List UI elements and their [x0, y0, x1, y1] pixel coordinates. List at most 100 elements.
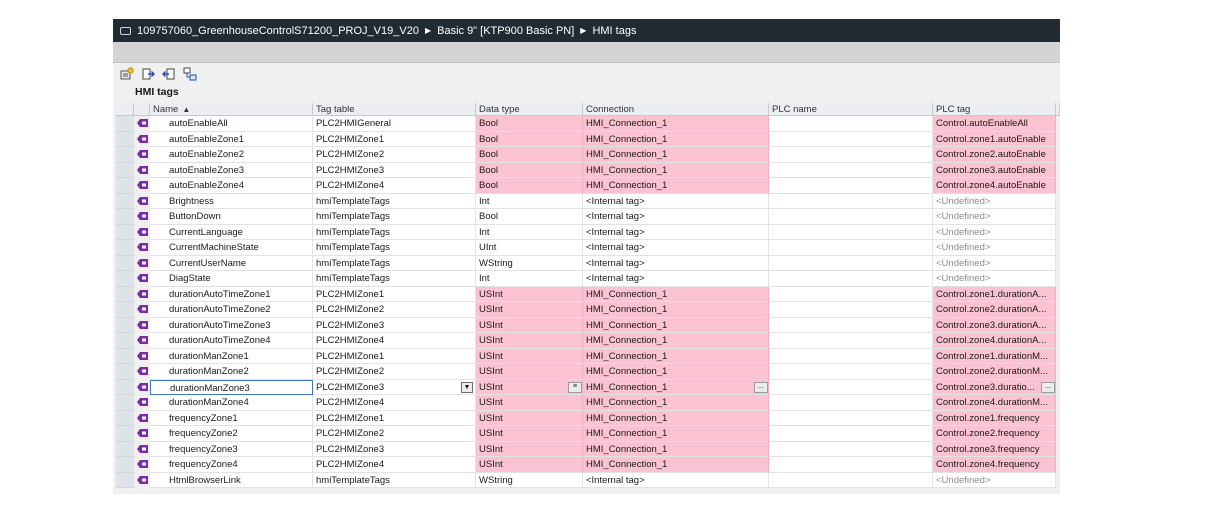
row-header[interactable] [116, 395, 134, 411]
cell-connection[interactable]: HMI_Connection_1 [583, 162, 769, 178]
table-row[interactable]: frequencyZone3 PLC2HMIZone3 USInt HMI_Conne… [113, 441, 1060, 457]
cell-plc-tag[interactable]: Control.zone2.durationA... [933, 302, 1056, 318]
cell-tag-table[interactable]: PLC2HMIZone1 [313, 348, 476, 364]
cell-plc-name[interactable] [769, 317, 933, 333]
row-header[interactable] [116, 131, 134, 147]
row-header[interactable] [116, 193, 134, 209]
table-row[interactable]: Brightness hmiTemplateTags Int <Internal ta… [113, 193, 1060, 209]
cell-tag-table[interactable]: PLC2HMIZone3 [313, 441, 476, 457]
cell-plc-name[interactable] [769, 209, 933, 225]
cell-connection[interactable]: HMI_Connection_1 [583, 333, 769, 349]
table-row[interactable]: durationAutoTimeZone3 PLC2HMIZone3 USInt HM… [113, 317, 1060, 333]
row-header[interactable] [116, 441, 134, 457]
cell-name[interactable]: autoEnableZone3 [150, 162, 313, 178]
row-header[interactable] [116, 472, 134, 488]
cell-name[interactable]: durationManZone1 [150, 348, 313, 364]
column-header-plc-tag[interactable]: PLC tag [933, 103, 1056, 116]
cell-name[interactable]: frequencyZone3 [150, 441, 313, 457]
cell-plc-tag[interactable]: Control.zone1.durationA... [933, 286, 1056, 302]
cell-plc-tag[interactable]: Control.zone4.frequency [933, 457, 1056, 473]
cell-plc-tag[interactable]: Control.zone3.frequency [933, 441, 1056, 457]
cell-data-type[interactable]: Int [476, 224, 583, 240]
cell-tag-table[interactable]: PLC2HMIZone2 [313, 426, 476, 442]
cell-data-type[interactable]: USInt [476, 379, 583, 395]
row-header[interactable] [116, 116, 134, 132]
cell-name[interactable]: durationManZone4 [150, 395, 313, 411]
cell-plc-name[interactable] [769, 147, 933, 163]
cell-data-type[interactable]: USInt [476, 286, 583, 302]
data-type-picker-icon[interactable]: ≡ [568, 381, 582, 393]
import-icon[interactable] [160, 66, 176, 82]
cell-plc-name[interactable] [769, 286, 933, 302]
cell-tag-table[interactable]: PLC2HMIZone2 [313, 147, 476, 163]
row-header[interactable] [116, 302, 134, 318]
cell-name[interactable]: durationAutoTimeZone3 [150, 317, 313, 333]
cell-tag-table[interactable]: PLC2HMIZone1 [313, 286, 476, 302]
cell-plc-name[interactable] [769, 302, 933, 318]
cell-data-type[interactable]: Bool [476, 178, 583, 194]
table-row[interactable]: durationManZone1 PLC2HMIZone1 USInt HMI_Con… [113, 348, 1060, 364]
table-row[interactable]: autoEnableAll PLC2HMIGeneral Bool HMI_Conne… [113, 116, 1060, 132]
cell-tag-table[interactable]: hmiTemplateTags [313, 240, 476, 256]
cell-name[interactable]: durationAutoTimeZone2 [150, 302, 313, 318]
table-row[interactable]: autoEnableZone4 PLC2HMIZone4 Bool HMI_Conne… [113, 178, 1060, 194]
cell-data-type[interactable]: Bool [476, 131, 583, 147]
cell-name[interactable]: frequencyZone1 [150, 410, 313, 426]
cell-data-type[interactable]: Bool [476, 147, 583, 163]
cell-plc-name[interactable] [769, 379, 933, 395]
cell-data-type[interactable]: USInt [476, 441, 583, 457]
cell-connection[interactable]: <Internal tag> [583, 472, 769, 488]
cell-tag-table[interactable]: PLC2HMIGeneral [313, 116, 476, 132]
row-header[interactable] [116, 240, 134, 256]
cell-plc-name[interactable] [769, 131, 933, 147]
cell-name[interactable]: CurrentLanguage [150, 224, 313, 240]
cell-data-type[interactable]: USInt [476, 333, 583, 349]
cell-tag-table[interactable]: PLC2HMIZone4 [313, 395, 476, 411]
row-header[interactable] [116, 224, 134, 240]
cell-plc-name[interactable] [769, 333, 933, 349]
cell-plc-name[interactable] [769, 364, 933, 380]
column-header-connection[interactable]: Connection [583, 103, 769, 116]
cell-connection[interactable]: <Internal tag> [583, 224, 769, 240]
cell-connection[interactable]: HMI_Connection_1 [583, 131, 769, 147]
table-row[interactable]: CurrentLanguage hmiTemplateTags Int <Intern… [113, 224, 1060, 240]
cell-plc-tag[interactable]: Control.zone4.autoEnable [933, 178, 1056, 194]
cell-data-type[interactable]: WString [476, 472, 583, 488]
cell-plc-tag[interactable]: <Undefined> [933, 255, 1056, 271]
row-header[interactable] [116, 348, 134, 364]
export-icon[interactable] [141, 66, 157, 82]
tag-table-dropdown-icon[interactable]: ▼ [461, 381, 473, 393]
cell-name[interactable]: autoEnableZone1 [150, 131, 313, 147]
cell-connection[interactable]: HMI_Connection_1 [583, 379, 769, 395]
cell-name[interactable]: autoEnableZone2 [150, 147, 313, 163]
cell-plc-name[interactable] [769, 255, 933, 271]
cell-tag-table[interactable]: hmiTemplateTags [313, 255, 476, 271]
cell-connection[interactable]: HMI_Connection_1 [583, 178, 769, 194]
cell-plc-tag[interactable]: <Undefined> [933, 224, 1056, 240]
cell-plc-tag[interactable]: Control.zone2.frequency [933, 426, 1056, 442]
table-row[interactable]: autoEnableZone2 PLC2HMIZone2 Bool HMI_Conne… [113, 147, 1060, 163]
cell-data-type[interactable]: USInt [476, 348, 583, 364]
cell-plc-tag[interactable]: Control.zone3.autoEnable [933, 162, 1056, 178]
cell-data-type[interactable]: Int [476, 193, 583, 209]
cell-data-type[interactable]: Bool [476, 209, 583, 225]
cell-name[interactable]: ButtonDown [150, 209, 313, 225]
cell-connection[interactable]: HMI_Connection_1 [583, 426, 769, 442]
cell-name[interactable]: frequencyZone2 [150, 426, 313, 442]
cell-tag-table[interactable]: hmiTemplateTags [313, 209, 476, 225]
cell-data-type[interactable]: USInt [476, 317, 583, 333]
cell-plc-tag[interactable]: <Undefined> [933, 472, 1056, 488]
cell-name[interactable]: durationAutoTimeZone1 [150, 286, 313, 302]
cell-plc-tag[interactable]: Control.zone4.durationM... [933, 395, 1056, 411]
cell-tag-table[interactable]: PLC2HMIZone4 [313, 333, 476, 349]
cell-plc-tag[interactable]: <Undefined> [933, 193, 1056, 209]
cell-data-type[interactable]: Bool [476, 162, 583, 178]
cell-plc-name[interactable] [769, 395, 933, 411]
row-header[interactable] [116, 147, 134, 163]
cell-name[interactable]: HtmlBrowserLink [150, 472, 313, 488]
cell-data-type[interactable]: UInt [476, 240, 583, 256]
row-header[interactable] [116, 457, 134, 473]
row-header[interactable] [116, 178, 134, 194]
cell-plc-tag[interactable]: <Undefined> [933, 240, 1056, 256]
cell-tag-table[interactable]: PLC2HMIZone1 [313, 131, 476, 147]
